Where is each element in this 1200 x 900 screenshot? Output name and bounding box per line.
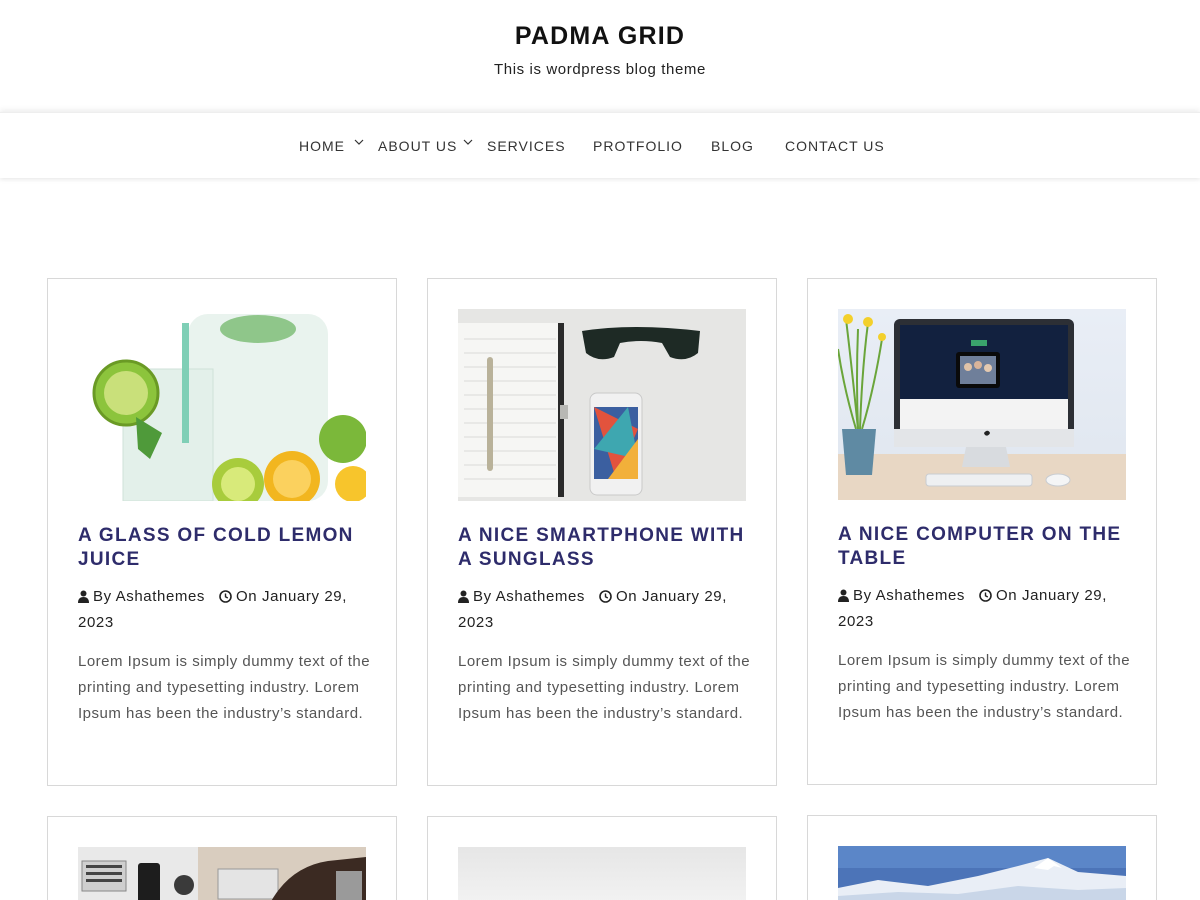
light-gray-image <box>458 847 746 900</box>
post-thumbnail[interactable] <box>78 847 366 900</box>
post-meta: By Ashathemes On January 29, 2023 <box>838 583 1138 635</box>
post-card <box>47 816 397 900</box>
nav-item-contact-us[interactable]: CONTACT US <box>785 138 885 154</box>
snowy-mountain-image <box>838 846 1126 900</box>
site-tagline: This is wordpress blog theme <box>494 61 706 78</box>
post-title[interactable]: A NICE COMPUTER ON THE TABLE <box>838 523 1128 571</box>
computer-table-image <box>838 309 1126 500</box>
nav-item-about-us[interactable]: ABOUT US <box>378 138 457 154</box>
clock-icon <box>219 590 232 603</box>
nav-item-blog[interactable]: BLOG <box>711 138 754 154</box>
post-thumbnail[interactable] <box>838 309 1126 500</box>
post-card: A NICE SMARTPHONE WITH A SUNGLASS By Ash… <box>427 278 777 786</box>
post-author[interactable]: By Ashathemes <box>473 588 585 605</box>
post-card <box>427 816 777 900</box>
nav-item-home[interactable]: HOME <box>299 138 345 154</box>
post-title[interactable]: A GLASS OF COLD LEMON JUICE <box>78 524 368 572</box>
post-card: A GLASS OF COLD LEMON JUICE By Ashatheme… <box>47 278 397 786</box>
workspace-desk-image <box>78 847 366 900</box>
post-title[interactable]: A NICE SMARTPHONE WITH A SUNGLASS <box>458 524 748 572</box>
smartphone-sunglass-image <box>458 309 746 501</box>
nav-item-protfolio[interactable]: PROTFOLIO <box>593 138 683 154</box>
post-excerpt: Lorem Ipsum is simply dummy text of the … <box>838 652 1131 721</box>
nav-item-services[interactable]: SERVICES <box>487 138 566 154</box>
post-thumbnail[interactable] <box>458 309 746 501</box>
post-thumbnail[interactable] <box>458 847 746 900</box>
clock-icon <box>979 589 992 602</box>
chevron-down-icon[interactable] <box>462 136 474 148</box>
post-author[interactable]: By Ashathemes <box>93 588 205 605</box>
user-icon <box>838 589 849 602</box>
site-title[interactable]: PADMA GRID <box>0 22 1200 51</box>
user-icon <box>78 590 89 603</box>
chevron-down-icon[interactable] <box>353 136 365 148</box>
post-thumbnail[interactable] <box>78 309 366 501</box>
post-author[interactable]: By Ashathemes <box>853 587 965 604</box>
post-card: A NICE COMPUTER ON THE TABLE By Ashathem… <box>807 278 1157 785</box>
clock-icon <box>599 590 612 603</box>
post-meta: By Ashathemes On January 29, 2023 <box>458 584 758 636</box>
post-card <box>807 815 1157 900</box>
post-excerpt: Lorem Ipsum is simply dummy text of the … <box>458 653 751 722</box>
lemon-juice-image <box>78 309 366 501</box>
post-thumbnail[interactable] <box>838 846 1126 900</box>
user-icon <box>458 590 469 603</box>
site-header: PADMA GRID This is wordpress blog theme <box>0 0 1200 108</box>
post-meta: By Ashathemes On January 29, 2023 <box>78 584 378 636</box>
post-excerpt: Lorem Ipsum is simply dummy text of the … <box>78 653 371 722</box>
